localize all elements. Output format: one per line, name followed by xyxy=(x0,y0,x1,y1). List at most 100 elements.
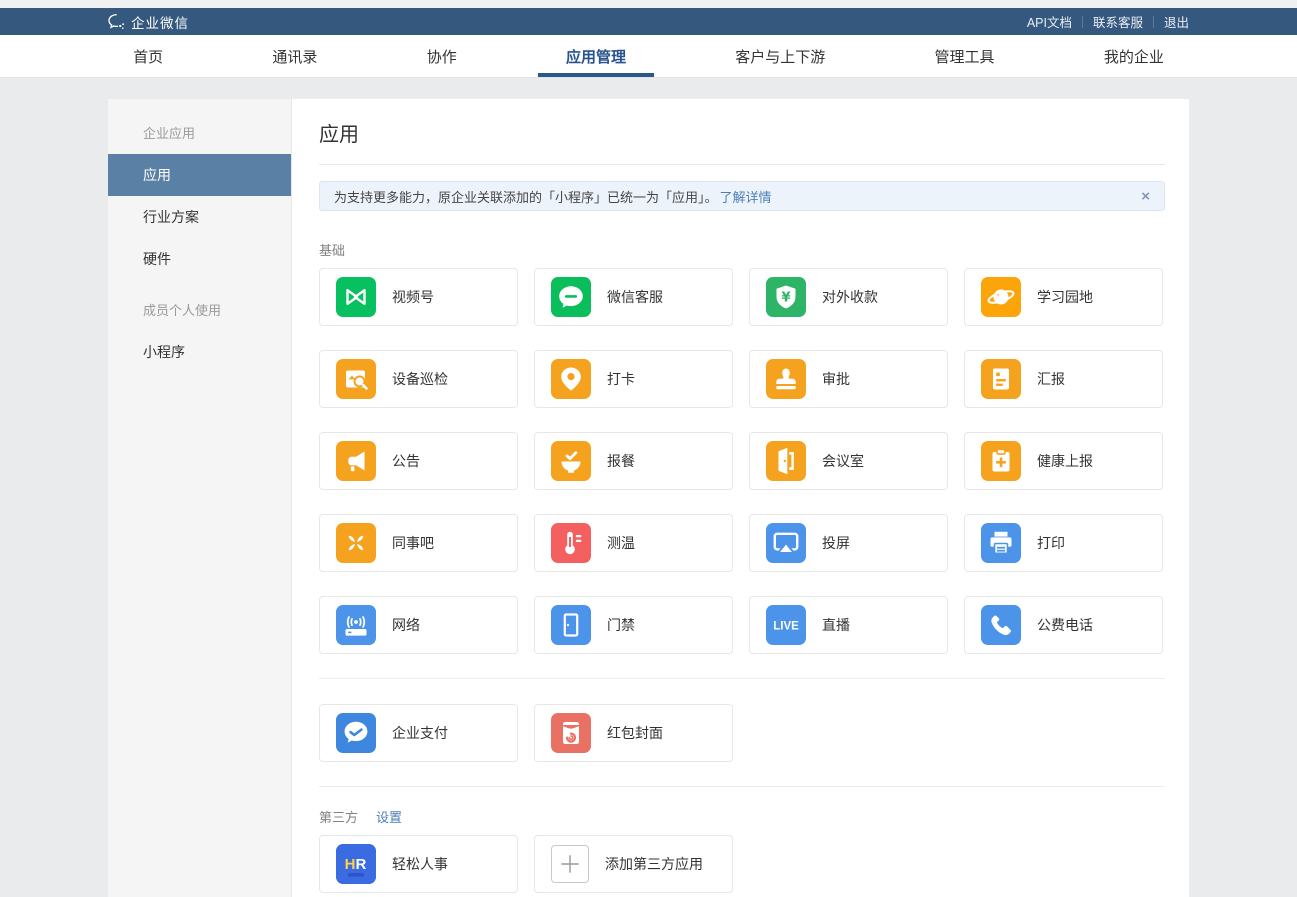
app-label: 网络 xyxy=(392,615,420,635)
section-divider xyxy=(319,678,1165,679)
topbar-link-logout[interactable]: 退出 xyxy=(1164,12,1189,31)
topbar: 企业微信 API文档 联系客服 退出 xyxy=(0,8,1297,35)
clipboard-plus-icon xyxy=(981,441,1021,481)
topbar-links: API文档 联系客服 退出 xyxy=(1027,12,1189,31)
app-card-network[interactable]: 网络 xyxy=(319,596,518,654)
page-background: 企业应用应用行业方案硬件成员个人使用小程序 应用 为支持更多能力，原企业关联添加… xyxy=(0,78,1297,897)
app-card-health-report[interactable]: 健康上报 xyxy=(964,432,1163,490)
app-card-print[interactable]: 打印 xyxy=(964,514,1163,572)
shield-yen-icon: ¥ xyxy=(766,277,806,317)
app-card-learning-base[interactable]: 学习园地 xyxy=(964,268,1163,326)
app-card-free-call[interactable]: 公费电话 xyxy=(964,596,1163,654)
app-label: 打卡 xyxy=(607,369,635,389)
app-card-door-access[interactable]: 门禁 xyxy=(534,596,733,654)
printer-icon xyxy=(981,523,1021,563)
app-label: 对外收款 xyxy=(822,287,878,307)
stamp-icon xyxy=(766,359,806,399)
sidebar-item-hardware[interactable]: 硬件 xyxy=(108,238,291,280)
app-label: 汇报 xyxy=(1037,369,1065,389)
planet-icon xyxy=(981,277,1021,317)
add-card-label: 添加第三方应用 xyxy=(605,854,703,874)
app-label: 同事吧 xyxy=(392,533,434,553)
app-card-meal-order[interactable]: 报餐 xyxy=(534,432,733,490)
app-card-wechat-customer-service[interactable]: 微信客服 xyxy=(534,268,733,326)
wecom-logo[interactable]: 企业微信 xyxy=(108,12,189,32)
app-card-external-payment[interactable]: ¥ 对外收款 xyxy=(749,268,948,326)
wecom-bubble-icon xyxy=(108,14,126,30)
third-party-settings-link[interactable]: 设置 xyxy=(376,807,402,826)
app-label: 公费电话 xyxy=(1037,615,1093,635)
device-inspect-icon xyxy=(336,359,376,399)
sidebar-item-apps[interactable]: 应用 xyxy=(108,154,291,196)
nav-tab-customers[interactable]: 客户与上下游 xyxy=(729,35,831,77)
chat-bubble-icon xyxy=(551,277,591,317)
app-card-channels[interactable]: 视频号 xyxy=(319,268,518,326)
report-doc-icon xyxy=(981,359,1021,399)
topbar-separator xyxy=(1153,16,1154,28)
app-card-work-report[interactable]: 汇报 xyxy=(964,350,1163,408)
app-label: 视频号 xyxy=(392,287,434,307)
phone-icon xyxy=(981,605,1021,645)
third-party-section-label: 第三方 xyxy=(319,807,358,826)
red-packet-icon xyxy=(551,713,591,753)
app-card-check-in[interactable]: 打卡 xyxy=(534,350,733,408)
nav-tab-home[interactable]: 首页 xyxy=(127,35,169,77)
sidebar-group-header: 企业应用 xyxy=(108,103,291,154)
topbar-separator xyxy=(1082,16,1083,28)
app-card-easy-hr[interactable]: HR 轻松人事 xyxy=(319,835,518,893)
app-card-meeting-room[interactable]: 会议室 xyxy=(749,432,948,490)
door-access-icon xyxy=(551,605,591,645)
app-label: 轻松人事 xyxy=(392,854,448,874)
nav-tab-app-management[interactable]: 应用管理 xyxy=(560,35,632,77)
topbar-link-contact-support[interactable]: 联系客服 xyxy=(1093,12,1143,31)
app-card-temperature[interactable]: 测温 xyxy=(534,514,733,572)
section-divider xyxy=(319,786,1165,787)
app-label: 企业支付 xyxy=(392,723,448,743)
app-label: 测温 xyxy=(607,533,635,553)
topbar-link-api-docs[interactable]: API文档 xyxy=(1027,12,1072,31)
app-card-colleague-bar[interactable]: 同事吧 xyxy=(319,514,518,572)
app-label: 直播 xyxy=(822,615,850,635)
extra-apps-grid: 企业支付 红包封面 xyxy=(319,704,1165,786)
app-card-device-inspection[interactable]: 设备巡检 xyxy=(319,350,518,408)
location-pin-icon xyxy=(551,359,591,399)
nav-tab-contacts[interactable]: 通讯录 xyxy=(266,35,323,77)
app-label: 会议室 xyxy=(822,451,864,471)
third-party-apps-grid: HR 轻松人事 添加第三方应用 xyxy=(319,835,1165,897)
sidebar-item-mini-programs[interactable]: 小程序 xyxy=(108,331,291,373)
router-icon xyxy=(336,605,376,645)
sidebar-group-header: 成员个人使用 xyxy=(108,280,291,331)
meal-bowl-icon xyxy=(551,441,591,481)
add-plus-icon xyxy=(552,844,588,884)
app-card-red-packet-cover[interactable]: 红包封面 xyxy=(534,704,733,762)
notice-banner-text: 为支持更多能力，原企业关联添加的「小程序」已统一为「应用」。 xyxy=(334,187,718,206)
pinwheel-icon xyxy=(336,523,376,563)
browser-top-strip xyxy=(0,0,1297,8)
app-card-approval[interactable]: 审批 xyxy=(749,350,948,408)
wxpay-icon xyxy=(336,713,376,753)
primary-nav: 首页 通讯录 协作 应用管理 客户与上下游 管理工具 我的企业 xyxy=(0,35,1297,78)
sidebar-item-industry-solutions[interactable]: 行业方案 xyxy=(108,196,291,238)
svg-text:HR: HR xyxy=(345,856,367,873)
megaphone-icon xyxy=(336,441,376,481)
content-card: 企业应用应用行业方案硬件成员个人使用小程序 应用 为支持更多能力，原企业关联添加… xyxy=(108,99,1189,897)
app-label: 健康上报 xyxy=(1037,451,1093,471)
nav-tab-admin-tools[interactable]: 管理工具 xyxy=(929,35,1001,77)
app-card-screen-cast[interactable]: 投屏 xyxy=(749,514,948,572)
app-label: 报餐 xyxy=(607,451,635,471)
nav-tab-collaboration[interactable]: 协作 xyxy=(421,35,463,77)
close-icon[interactable]: × xyxy=(1141,189,1150,204)
app-card-live[interactable]: LIVE直播 xyxy=(749,596,948,654)
app-card-announcement[interactable]: 公告 xyxy=(319,432,518,490)
app-label: 门禁 xyxy=(607,615,635,635)
learn-more-link[interactable]: 了解详情 xyxy=(720,187,772,206)
app-label: 打印 xyxy=(1037,533,1065,553)
app-card-corp-pay[interactable]: 企业支付 xyxy=(319,704,518,762)
channels-icon xyxy=(336,277,376,317)
app-label: 设备巡检 xyxy=(392,369,448,389)
nav-tab-my-enterprise[interactable]: 我的企业 xyxy=(1098,35,1170,77)
wecom-logo-text: 企业微信 xyxy=(131,12,189,32)
app-label: 学习园地 xyxy=(1037,287,1093,307)
add-third-party-app-button[interactable]: 添加第三方应用 xyxy=(534,835,733,893)
svg-text:¥: ¥ xyxy=(781,291,790,306)
